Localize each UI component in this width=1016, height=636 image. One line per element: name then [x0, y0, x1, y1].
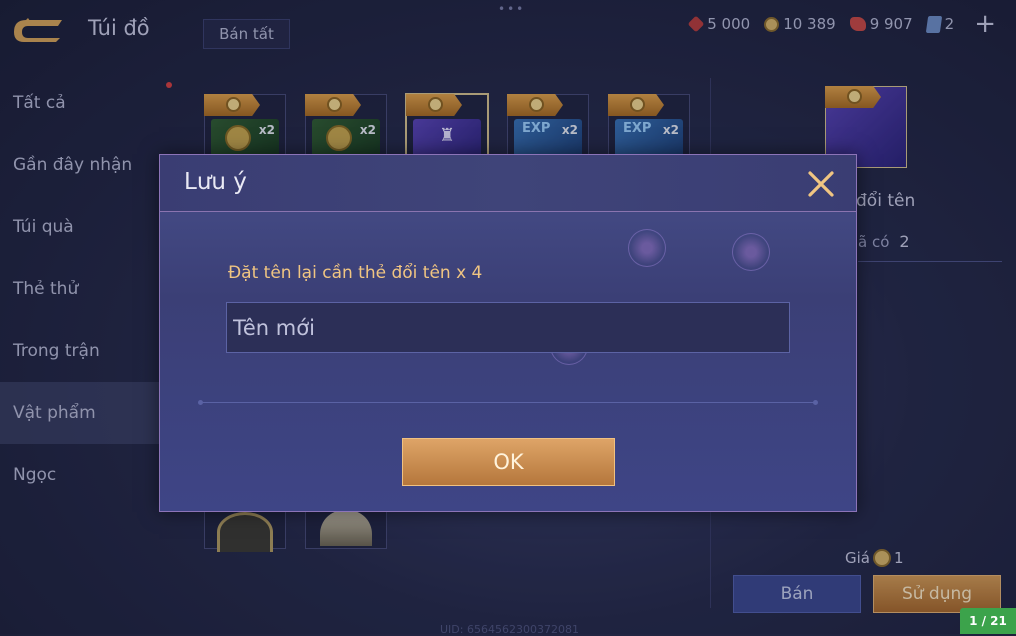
new-name-input[interactable]: [226, 302, 790, 353]
decorative-gem-icon: [628, 229, 666, 267]
rename-dialog: Lưu ý Đặt tên lại cần thẻ đổi tên x 4 OK: [159, 154, 857, 512]
dialog-title: Lưu ý: [184, 169, 247, 195]
rename-requirement-text: Đặt tên lại cần thẻ đổi tên x 4: [228, 263, 483, 283]
dialog-header: Lưu ý: [160, 155, 856, 212]
page-counter-badge: 1 / 21: [960, 608, 1016, 634]
dialog-divider: [198, 400, 818, 405]
close-icon[interactable]: [806, 169, 836, 199]
decorative-gem-icon: [732, 233, 770, 271]
ok-button[interactable]: OK: [402, 438, 615, 486]
